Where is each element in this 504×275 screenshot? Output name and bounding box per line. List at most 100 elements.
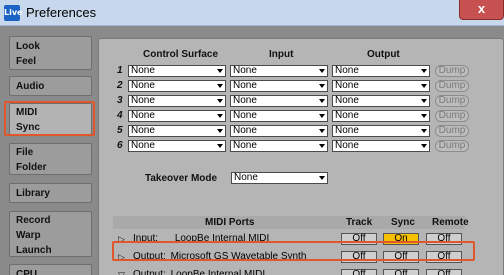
dropdown-value: None — [131, 125, 155, 136]
dropdown-value: None — [335, 140, 359, 151]
chevron-down-icon — [217, 144, 223, 148]
control-surface-dropdown[interactable]: None — [128, 140, 226, 152]
live-app-icon: Live — [4, 5, 22, 21]
output-header: Output — [367, 49, 400, 60]
port-type: Input: — [133, 233, 159, 244]
input-dropdown[interactable]: None — [230, 110, 328, 122]
port-label: Input: LoopBe Internal MIDI — [133, 232, 269, 246]
dump-button[interactable]: Dump — [435, 110, 469, 122]
remote-toggle-button[interactable]: Off — [426, 251, 462, 263]
expand-toggle-icon[interactable]: ▷ — [118, 250, 125, 264]
sync-toggle-button[interactable]: Off — [383, 269, 419, 275]
control-surface-dropdown[interactable]: None — [128, 125, 226, 137]
midi-ports-header-label: MIDI Ports — [205, 217, 255, 228]
dump-button[interactable]: Dump — [435, 140, 469, 152]
dump-button[interactable]: Dump — [435, 65, 469, 77]
control-surface-dropdown[interactable]: None — [128, 80, 226, 92]
tab-label: Audio — [16, 81, 45, 92]
dropdown-value: None — [335, 95, 359, 106]
input-dropdown[interactable]: None — [230, 95, 328, 107]
track-header: Track — [346, 217, 373, 228]
row-number: 3 — [117, 95, 123, 106]
dropdown-value: None — [131, 110, 155, 121]
tab-label: Warp — [16, 230, 41, 241]
remote-toggle-button[interactable]: Off — [426, 233, 462, 245]
chevron-down-icon — [319, 69, 325, 73]
dropdown-value: None — [335, 125, 359, 136]
row-number: 5 — [117, 125, 123, 136]
takeover-mode-dropdown[interactable]: None — [231, 172, 328, 184]
input-dropdown[interactable]: None — [230, 80, 328, 92]
dropdown-value: None — [233, 65, 257, 76]
tab-look-feel[interactable]: Look Feel — [9, 36, 92, 70]
chevron-down-icon — [217, 69, 223, 73]
remote-toggle-button[interactable]: Off — [426, 269, 462, 275]
chevron-down-icon — [421, 144, 427, 148]
output-dropdown[interactable]: None — [332, 65, 430, 77]
sync-toggle-button[interactable]: On — [383, 233, 419, 245]
dropdown-value: None — [335, 80, 359, 91]
dropdown-value: None — [131, 140, 155, 151]
track-toggle-button[interactable]: Off — [341, 233, 377, 245]
tab-record-warp-launch[interactable]: Record Warp Launch — [9, 211, 92, 257]
chevron-down-icon — [421, 99, 427, 103]
port-row: ▷ Output: Microsoft GS Wavetable Synth Off… — [113, 250, 465, 264]
sync-toggle-button[interactable]: Off — [383, 251, 419, 263]
takeover-mode-label: Takeover Mode — [145, 173, 218, 184]
tab-midi-sync[interactable]: MIDI Sync — [9, 103, 92, 135]
control-surface-header: Control Surface — [143, 49, 219, 60]
control-surface-dropdown[interactable]: None — [128, 65, 226, 77]
chevron-down-icon — [421, 129, 427, 133]
input-header: Input — [269, 49, 294, 60]
dropdown-value: None — [233, 110, 257, 121]
output-dropdown[interactable]: None — [332, 95, 430, 107]
output-dropdown[interactable]: None — [332, 140, 430, 152]
control-surface-dropdown[interactable]: None — [128, 95, 226, 107]
close-button[interactable]: x — [459, 0, 504, 20]
dropdown-value: None — [335, 65, 359, 76]
chevron-down-icon — [217, 84, 223, 88]
dropdown-value: None — [131, 80, 155, 91]
dump-button[interactable]: Dump — [435, 80, 469, 92]
dump-button[interactable]: Dump — [435, 95, 469, 107]
title-bar: Live Preferences x — [0, 0, 504, 26]
output-dropdown[interactable]: None — [332, 80, 430, 92]
output-dropdown[interactable]: None — [332, 125, 430, 137]
row-number: 2 — [117, 80, 123, 91]
row-number: 6 — [117, 140, 123, 151]
tab-library[interactable]: Library — [9, 183, 92, 203]
dropdown-value: None — [131, 95, 155, 106]
chevron-down-icon — [319, 114, 325, 118]
expand-toggle-icon[interactable]: ▽ — [118, 268, 125, 275]
tab-label: File — [16, 147, 34, 158]
chevron-down-icon — [319, 84, 325, 88]
track-toggle-button[interactable]: Off — [341, 269, 377, 275]
port-row: ▽ Output: LoopBe Internal MIDI Off Off Off — [113, 268, 465, 275]
control-surface-dropdown[interactable]: None — [128, 110, 226, 122]
chevron-down-icon — [421, 114, 427, 118]
input-dropdown[interactable]: None — [230, 140, 328, 152]
chevron-down-icon — [217, 129, 223, 133]
chevron-down-icon — [421, 84, 427, 88]
midi-ports-header: MIDI Ports Track Sync Remote — [113, 216, 469, 229]
expand-toggle-icon[interactable]: ▷ — [118, 232, 125, 246]
tab-audio[interactable]: Audio — [9, 76, 92, 96]
port-name: LoopBe Internal MIDI — [170, 269, 266, 275]
preferences-window: Look Feel Audio MIDI Sync File Folder Li… — [0, 26, 504, 275]
output-dropdown[interactable]: None — [332, 110, 430, 122]
port-type: Output: — [133, 269, 166, 275]
input-dropdown[interactable]: None — [230, 65, 328, 77]
tab-label: Look — [16, 41, 40, 52]
input-dropdown[interactable]: None — [230, 125, 328, 137]
tab-label: Launch — [16, 245, 52, 256]
dump-button[interactable]: Dump — [435, 125, 469, 137]
port-label: Output: LoopBe Internal MIDI — [133, 268, 265, 275]
port-row: ▷ Input: LoopBe Internal MIDI Off On Off — [113, 232, 465, 246]
tab-file-folder[interactable]: File Folder — [9, 143, 92, 175]
dropdown-value: None — [234, 172, 258, 183]
window-title: Preferences — [26, 5, 97, 20]
chevron-down-icon — [217, 99, 223, 103]
tab-cpu[interactable]: CPU — [9, 264, 92, 275]
port-name: Microsoft GS Wavetable Synth — [170, 251, 307, 262]
track-toggle-button[interactable]: Off — [341, 251, 377, 263]
